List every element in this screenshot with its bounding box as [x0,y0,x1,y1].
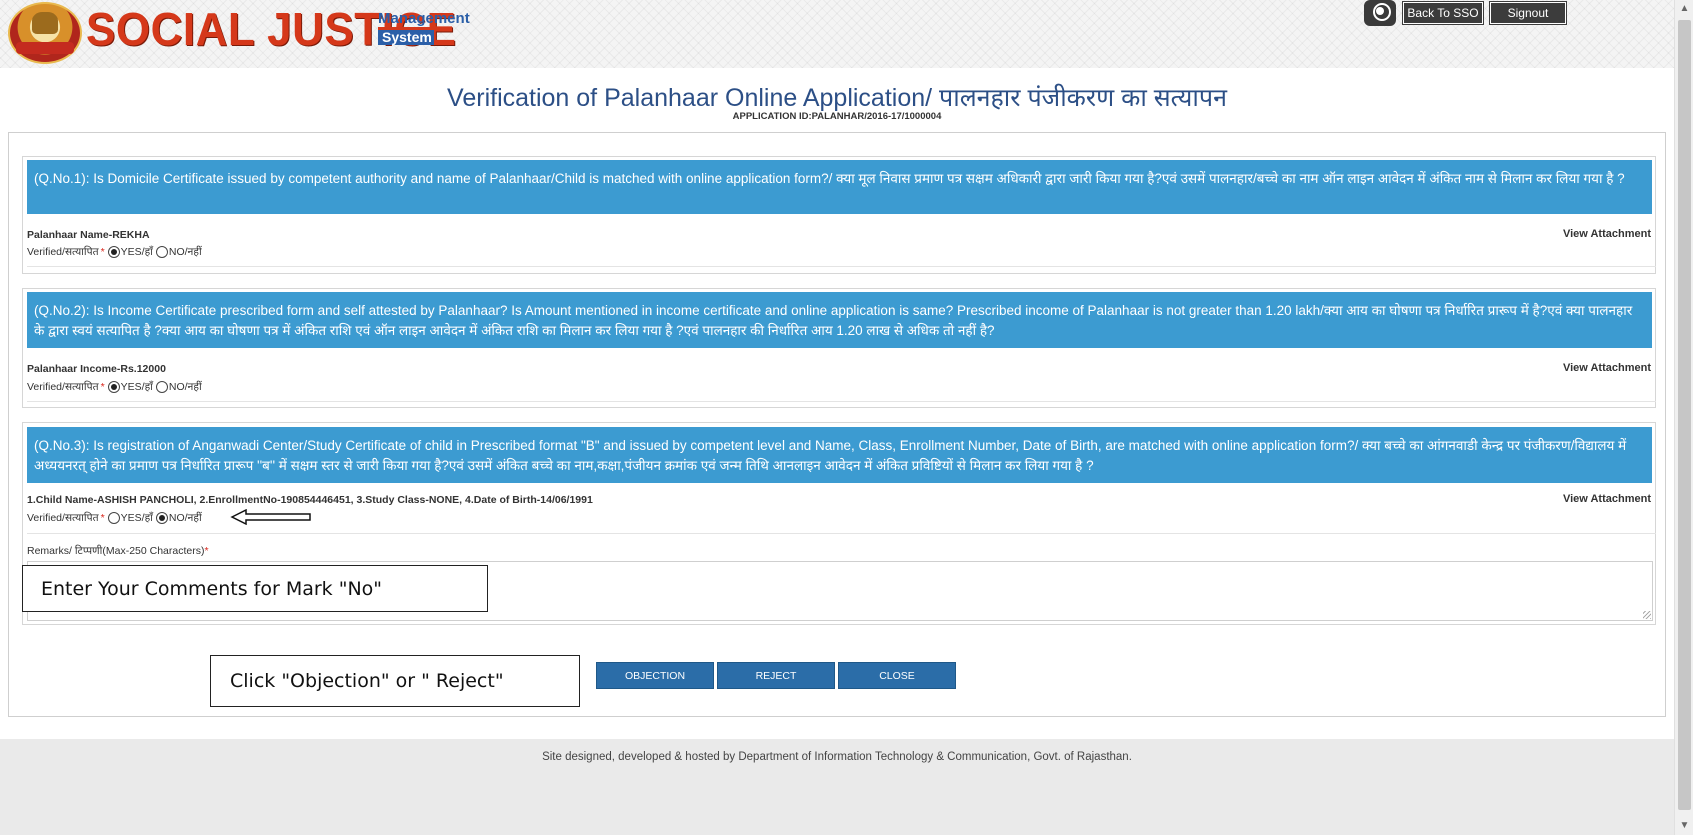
page-footer: Site designed, developed & hosted by Dep… [0,739,1674,835]
row-divider [27,533,1656,534]
app-logo-subtitle: Management System [378,11,470,45]
verified-label: Verified/सत्यापित [27,512,99,524]
chevron-up-icon[interactable]: ▲ [1675,0,1693,18]
no-label: NO/नहीं [168,381,202,393]
no-label: NO/नहीं [168,512,202,524]
logo-system-text: System [378,30,434,45]
question-1-no-option[interactable]: NO/नहीं [155,245,202,259]
close-button[interactable]: CLOSE [838,662,956,689]
yes-label: YES/हाँ [120,246,153,258]
question-2-yes-radio[interactable] [107,381,120,393]
yes-label: YES/हाँ [120,381,153,393]
required-asterisk: * [100,512,105,524]
page-title: Verification of Palanhaar Online Applica… [447,84,1227,112]
chevron-down-icon[interactable]: ▼ [1675,817,1693,835]
remarks-label-text: Remarks/ टिप्पणी(Max-250 Characters) [27,545,205,557]
question-1-text: (Q.No.1): Is Domicile Certificate issued… [27,160,1652,214]
logo-management-text: Management [378,11,470,30]
question-1-no-radio[interactable] [155,246,168,258]
question-3-view-attachment-link[interactable]: View Attachment [1563,493,1651,505]
signout-button[interactable]: Signout [1489,1,1567,25]
question-2-yes-option[interactable]: YES/हाँ [107,380,153,394]
app-header: SOCIAL JUSTICE Management System Back To… [0,0,1674,68]
question-2-no-option[interactable]: NO/नहीं [155,380,202,394]
rajasthan-emblem-logo [8,2,82,64]
question-1-view-attachment-link[interactable]: View Attachment [1563,228,1651,240]
question-1-field: Palanhaar Name-REKHA [27,229,150,241]
question-1-yes-option[interactable]: YES/हाँ [107,245,153,259]
objection-reject-callout: Click "Objection" or " Reject" [210,655,580,707]
row-divider [27,401,1656,402]
arrow-left-icon [230,509,311,525]
question-3-yes-option[interactable]: YES/हाँ [107,511,153,525]
question-2-field: Palanhaar Income-Rs.12000 [27,363,166,375]
verified-label: Verified/सत्यापित [27,246,99,258]
comments-callout: Enter Your Comments for Mark "No" [22,565,488,612]
remarks-label: Remarks/ टिप्पणी(Max-250 Characters)* [27,544,209,558]
question-3-verify-row: Verified/सत्यापित * YES/हाँ NO/नहीं [27,511,205,525]
back-to-sso-button[interactable]: Back To SSO [1402,1,1484,25]
row-divider [27,266,1656,267]
question-1-yes-radio[interactable] [107,246,120,258]
question-2-text: (Q.No.2): Is Income Certificate prescrib… [27,292,1652,348]
question-3-field: 1.Child Name-ASHISH PANCHOLI, 2.Enrollme… [27,494,593,506]
reject-button[interactable]: REJECT [717,662,835,689]
objection-button[interactable]: OBJECTION [596,662,714,689]
user-icon[interactable] [1364,0,1396,26]
verified-label: Verified/सत्यापित [27,381,99,393]
question-2-verify-row: Verified/सत्यापित * YES/हाँ NO/नहीं [27,380,205,394]
required-asterisk: * [204,545,209,557]
question-3-no-option[interactable]: NO/नहीं [155,511,202,525]
scroll-thumb[interactable] [1678,20,1691,810]
question-2-no-radio[interactable] [155,381,168,393]
required-asterisk: * [100,381,105,393]
question-3-text: (Q.No.3): Is registration of Anganwadi C… [27,427,1652,483]
question-3-yes-radio[interactable] [107,512,120,524]
page-scrollbar[interactable]: ▲ ▼ [1674,0,1693,835]
question-2-view-attachment-link[interactable]: View Attachment [1563,362,1651,374]
resize-grip-icon[interactable] [1643,611,1651,619]
footer-text: Site designed, developed & hosted by Dep… [542,751,1132,763]
question-3-no-radio[interactable] [155,512,168,524]
question-1-verify-row: Verified/सत्यापित * YES/हाँ NO/नहीं [27,245,205,259]
no-label: NO/नहीं [168,246,202,258]
yes-label: YES/हाँ [120,512,153,524]
required-asterisk: * [100,246,105,258]
application-id: APPLICATION ID:PALANHAR/2016-17/1000004 [732,111,942,122]
